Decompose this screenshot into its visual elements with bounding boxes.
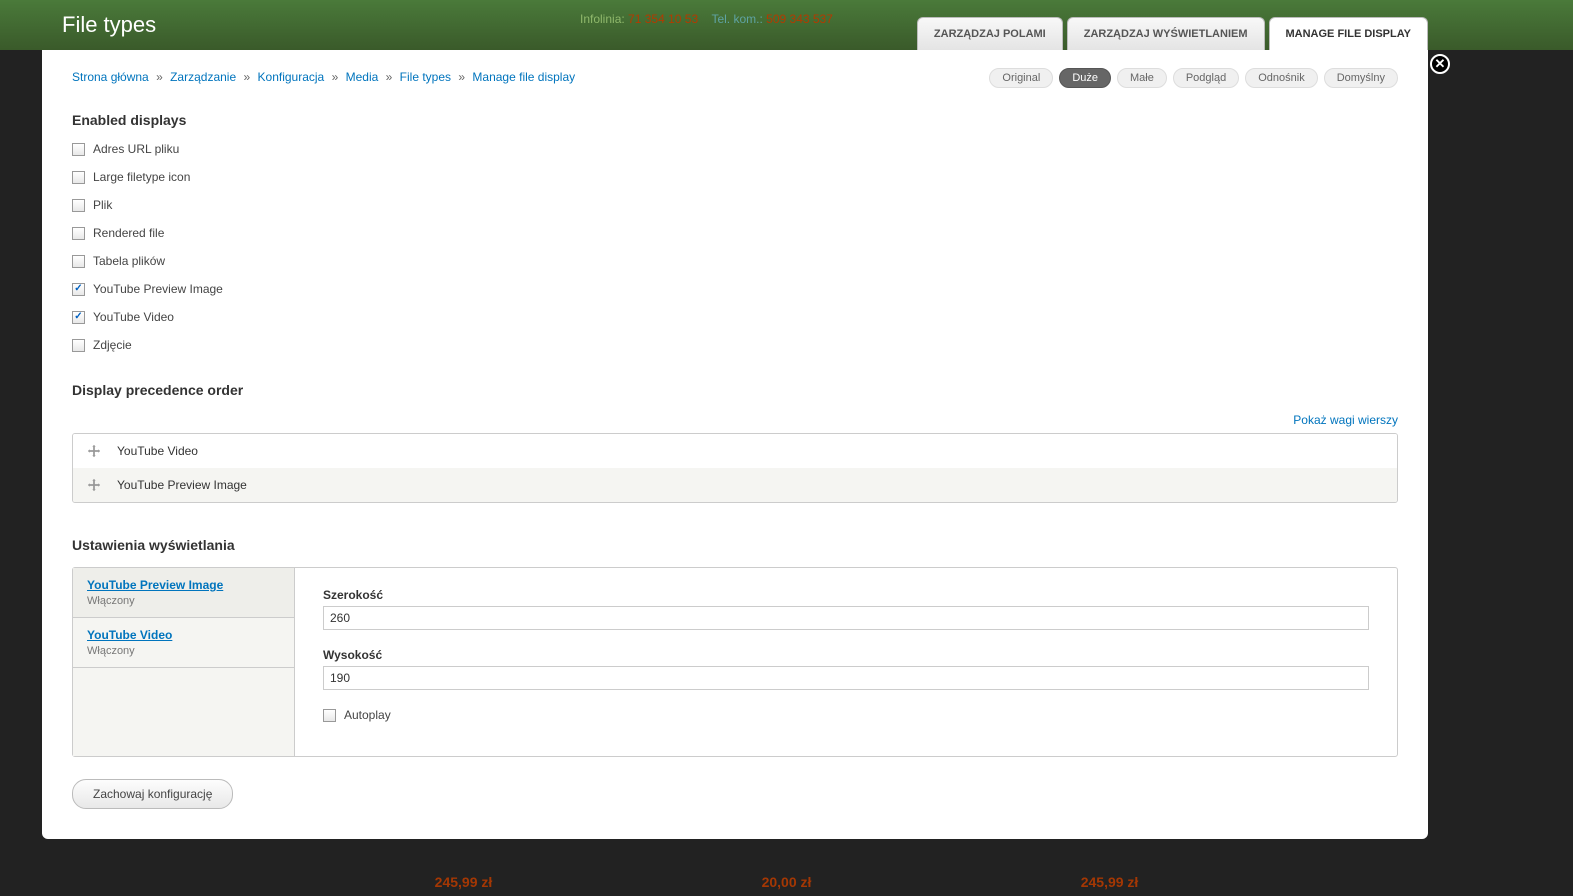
- subtab-male[interactable]: Małe: [1117, 68, 1167, 88]
- subtab-domyslny[interactable]: Domyślny: [1324, 68, 1398, 88]
- enabled-displays-heading: Enabled displays: [72, 112, 1398, 128]
- height-label: Wysokość: [323, 648, 1369, 662]
- precedence-row-label: YouTube Preview Image: [117, 478, 247, 492]
- show-weights-wrapper: Pokaż wagi wierszy: [72, 412, 1398, 427]
- checkbox-label: YouTube Preview Image: [93, 282, 223, 296]
- drag-handle-icon[interactable]: [87, 478, 101, 492]
- overlay-header: File types Zarządzaj polami Zarządzaj wy…: [42, 0, 1428, 50]
- content-panel: Original Duże Małe Podgląd Odnośnik Domy…: [42, 50, 1428, 839]
- display-option-youtube-video: YouTube Video: [72, 310, 1398, 324]
- width-input[interactable]: [323, 606, 1369, 630]
- tab-manage-file-display[interactable]: Manage file display: [1269, 17, 1429, 51]
- vtab-youtube-preview[interactable]: YouTube Preview Image Włączony: [73, 568, 294, 618]
- autoplay-label: Autoplay: [344, 708, 391, 722]
- checkbox-label: Tabela plików: [93, 254, 165, 268]
- checkbox[interactable]: [72, 143, 85, 156]
- checkbox[interactable]: [72, 171, 85, 184]
- breadcrumb-link[interactable]: Media: [346, 70, 379, 84]
- breadcrumb-link[interactable]: File types: [400, 70, 451, 84]
- display-option-plik: Plik: [72, 198, 1398, 212]
- vtab-summary: Włączony: [87, 645, 280, 657]
- page-title: File types: [62, 12, 917, 50]
- admin-overlay: ✕ File types Zarządzaj polami Zarządzaj …: [42, 0, 1428, 896]
- drag-handle-icon[interactable]: [87, 444, 101, 458]
- checkbox[interactable]: [72, 339, 85, 352]
- checkbox-label: Rendered file: [93, 226, 164, 240]
- vtab-summary: Włączony: [87, 595, 280, 607]
- display-option-tabela-plikow: Tabela plików: [72, 254, 1398, 268]
- precedence-row[interactable]: YouTube Preview Image: [73, 468, 1397, 502]
- vertical-tabs-list: YouTube Preview Image Włączony YouTube V…: [73, 568, 295, 756]
- breadcrumb-link[interactable]: Manage file display: [472, 70, 575, 84]
- field-height: Wysokość: [323, 648, 1369, 690]
- precedence-row[interactable]: YouTube Video: [73, 434, 1397, 468]
- display-option-rendered-file: Rendered file: [72, 226, 1398, 240]
- precedence-heading: Display precedence order: [72, 382, 1398, 398]
- vertical-tabs-content: Szerokość Wysokość Autoplay: [295, 568, 1397, 756]
- checkbox[interactable]: [72, 255, 85, 268]
- vtab-title: YouTube Preview Image: [87, 578, 280, 592]
- checkbox-label: Adres URL pliku: [93, 142, 179, 156]
- breadcrumb-link[interactable]: Konfiguracja: [258, 70, 325, 84]
- checkbox[interactable]: [72, 199, 85, 212]
- secondary-tabs: Original Duże Małe Podgląd Odnośnik Domy…: [989, 68, 1398, 88]
- checkbox-label: Large filetype icon: [93, 170, 190, 184]
- checkbox[interactable]: [72, 227, 85, 240]
- subtab-original[interactable]: Original: [989, 68, 1053, 88]
- primary-tabs: Zarządzaj polami Zarządzaj wyświetlaniem…: [917, 17, 1428, 50]
- display-settings-section: Ustawienia wyświetlania YouTube Preview …: [72, 537, 1398, 757]
- save-configuration-button[interactable]: Zachowaj konfigurację: [72, 779, 233, 809]
- autoplay-checkbox[interactable]: [323, 709, 336, 722]
- precedence-table: YouTube Video YouTube Preview Image: [72, 433, 1398, 503]
- breadcrumb-link[interactable]: Zarządzanie: [170, 70, 236, 84]
- vertical-tabs: YouTube Preview Image Włączony YouTube V…: [72, 567, 1398, 757]
- checkbox-label: YouTube Video: [93, 310, 174, 324]
- checkbox[interactable]: [72, 283, 85, 296]
- display-option-large-icon: Large filetype icon: [72, 170, 1398, 184]
- display-option-zdjecie: Zdjęcie: [72, 338, 1398, 352]
- height-input[interactable]: [323, 666, 1369, 690]
- precedence-row-label: YouTube Video: [117, 444, 198, 458]
- vtab-youtube-video[interactable]: YouTube Video Włączony: [73, 618, 294, 668]
- checkbox[interactable]: [72, 311, 85, 324]
- checkbox-label: Plik: [93, 198, 112, 212]
- vtab-title: YouTube Video: [87, 628, 280, 642]
- width-label: Szerokość: [323, 588, 1369, 602]
- subtab-podglad[interactable]: Podgląd: [1173, 68, 1239, 88]
- display-option-adres-url: Adres URL pliku: [72, 142, 1398, 156]
- precedence-section: Display precedence order Pokaż wagi wier…: [72, 382, 1398, 503]
- subtab-odnosnik[interactable]: Odnośnik: [1245, 68, 1317, 88]
- display-settings-heading: Ustawienia wyświetlania: [72, 537, 1398, 553]
- breadcrumb-link[interactable]: Strona główna: [72, 70, 149, 84]
- field-width: Szerokość: [323, 588, 1369, 630]
- checkbox-label: Zdjęcie: [93, 338, 132, 352]
- tab-zarzadzaj-polami[interactable]: Zarządzaj polami: [917, 17, 1063, 50]
- show-row-weights-link[interactable]: Pokaż wagi wierszy: [1293, 413, 1398, 427]
- display-option-youtube-preview: YouTube Preview Image: [72, 282, 1398, 296]
- close-overlay-button[interactable]: ✕: [1430, 54, 1450, 74]
- subtab-duze[interactable]: Duże: [1059, 68, 1111, 88]
- field-autoplay: Autoplay: [323, 708, 1369, 722]
- tab-zarzadzaj-wyswietlaniem[interactable]: Zarządzaj wyświetlaniem: [1067, 17, 1265, 50]
